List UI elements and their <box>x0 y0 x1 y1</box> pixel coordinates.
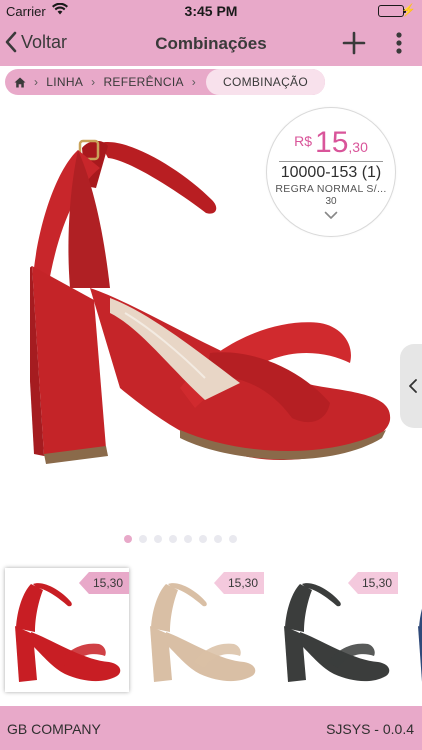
price-currency: R$ <box>294 133 313 149</box>
product-thumbnail[interactable]: 15,30 <box>140 568 264 692</box>
back-label: Voltar <box>21 31 68 52</box>
page-dot[interactable] <box>229 535 237 543</box>
breadcrumb-home[interactable] <box>14 77 26 88</box>
chevron-right-icon: › <box>34 75 39 89</box>
status-bar: Carrier 3:45 PM ⚡ <box>0 0 422 22</box>
thumbnail-price-tag: 15,30 <box>347 572 398 594</box>
price-display: R$ 15,30 <box>267 126 395 160</box>
price-decimal: ,30 <box>348 139 368 155</box>
home-icon <box>14 77 26 87</box>
product-thumbnail[interactable]: 15,30 <box>274 568 398 692</box>
thumbnail-strip[interactable]: 15,30 15,30 15,30 <box>0 558 422 704</box>
back-button[interactable]: Voltar <box>4 31 67 53</box>
chevron-right-icon: › <box>191 75 197 89</box>
product-reference: 10000-153 (1) <box>280 164 382 181</box>
page-dot[interactable] <box>169 535 177 543</box>
side-drawer-handle[interactable] <box>400 344 422 428</box>
chevron-left-icon <box>5 31 17 53</box>
page-dot[interactable] <box>154 535 162 543</box>
product-thumbnail[interactable] <box>408 568 422 692</box>
charging-icon: ⚡ <box>401 3 416 17</box>
price-integer: 15 <box>315 126 349 159</box>
chevron-down-icon[interactable] <box>267 207 395 225</box>
thumbnail-price-tag: 15,30 <box>213 572 264 594</box>
vertical-dots-icon <box>396 32 402 54</box>
breadcrumb: › LINHA › REFERÊNCIA › COMBINAÇÃO <box>5 69 325 95</box>
page-dot[interactable] <box>184 535 192 543</box>
product-thumbnail[interactable]: 15,30 <box>5 568 129 692</box>
page-dot[interactable] <box>124 535 132 543</box>
page-dot[interactable] <box>139 535 147 543</box>
clock: 3:45 PM <box>184 3 238 19</box>
chevron-right-icon: › <box>91 75 96 89</box>
thumbnail-price-tag: 15,30 <box>78 572 129 594</box>
thumbnail-image <box>418 608 422 682</box>
page-indicator[interactable] <box>0 535 422 545</box>
breadcrumb-item-linha[interactable]: LINHA <box>46 75 83 89</box>
top-bar: Carrier 3:45 PM ⚡ Voltar Combinações <box>0 0 422 66</box>
product-viewer[interactable]: R$ 15,30 10000-153 (1) REGRA NORMAL S/...… <box>0 98 422 543</box>
footer-bar: GB COMPANY SJSYS - 0.0.4 <box>0 706 422 750</box>
company-name: GB COMPANY <box>7 721 101 737</box>
breadcrumb-item-combinacao[interactable]: COMBINAÇÃO <box>205 69 325 95</box>
more-options-button[interactable] <box>392 31 406 60</box>
page-dot[interactable] <box>199 535 207 543</box>
app-version: SJSYS - 0.0.4 <box>326 721 414 737</box>
chevron-left-icon <box>409 379 417 393</box>
page-dot[interactable] <box>214 535 222 543</box>
plus-icon <box>342 31 366 55</box>
breadcrumb-item-referencia[interactable]: REFERÊNCIA <box>103 75 183 89</box>
price-rule: REGRA NORMAL S/... <box>275 183 387 195</box>
breadcrumb-bar: › LINHA › REFERÊNCIA › COMBINAÇÃO <box>0 66 422 98</box>
navigation-bar: Voltar Combinações <box>0 22 422 66</box>
divider <box>279 161 383 162</box>
product-size: 30 <box>325 196 337 207</box>
price-bubble[interactable]: R$ 15,30 10000-153 (1) REGRA NORMAL S/...… <box>266 107 396 237</box>
add-button[interactable] <box>342 31 366 60</box>
